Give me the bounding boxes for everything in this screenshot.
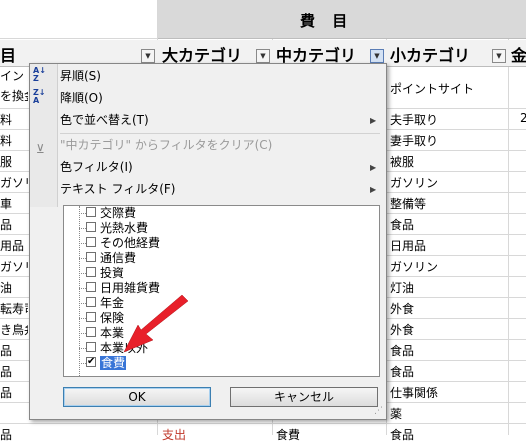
- cell-small-category[interactable]: 仕事関係: [390, 384, 438, 401]
- cell-col-a[interactable]: 料: [0, 132, 28, 149]
- menu-item-text-filter[interactable]: テキスト フィルタ(F): [60, 179, 175, 199]
- cell-col-a[interactable]: 品: [0, 363, 28, 380]
- checkbox[interactable]: [86, 252, 96, 262]
- cell-col-a[interactable]: 転寿司: [0, 300, 28, 317]
- cell-small-category[interactable]: 灯油: [390, 279, 414, 296]
- checkbox[interactable]: [86, 207, 96, 217]
- header-amount: 金: [511, 46, 526, 65]
- filter-list-item-label: 本業: [100, 326, 125, 340]
- sort-ascending-icon: A↓ Z: [33, 66, 46, 83]
- submenu-arrow-icon: ▶: [370, 116, 377, 125]
- cell-col-a[interactable]: ガソリ: [0, 258, 28, 275]
- cell-col-a[interactable]: き鳥弁: [0, 321, 28, 338]
- tree-tick: [79, 228, 86, 229]
- filter-value-list[interactable]: 交際費 光熱水費 その他経費 通信費 投資 日用雑貨費 年金 保険 本業 本業以…: [63, 205, 380, 377]
- cell-small-category[interactable]: 被服: [390, 153, 414, 170]
- filter-list-item-label: 保険: [100, 311, 125, 325]
- checkbox[interactable]: [86, 237, 96, 247]
- menu-separator: [60, 133, 380, 134]
- cell-amount[interactable]: 2: [520, 111, 526, 125]
- cell-col-a[interactable]: を換金: [0, 87, 28, 104]
- checkbox[interactable]: [86, 342, 96, 352]
- checkbox[interactable]: [86, 312, 96, 322]
- filter-list-item-label: 本業以外: [100, 341, 149, 355]
- menu-icon-gutter: [30, 64, 58, 207]
- tree-tick: [79, 348, 86, 349]
- tree-tick: [79, 288, 86, 289]
- clear-filter-icon: ⊻: [36, 142, 45, 156]
- tree-tick: [79, 213, 86, 214]
- filter-list-item-label: 光熱水費: [100, 221, 149, 235]
- grid-line: [0, 423, 526, 424]
- filter-dropdown-small-category[interactable]: ▼: [492, 49, 506, 63]
- cell-small-category[interactable]: ガソリン: [390, 258, 438, 275]
- filter-list-item-label: その他経費: [100, 236, 161, 250]
- cell-small-category[interactable]: 食品: [390, 342, 414, 359]
- cell-small-category[interactable]: 食品: [390, 216, 414, 233]
- cell-col-a[interactable]: 油: [0, 279, 28, 296]
- cell-small-category[interactable]: 外食: [390, 321, 414, 338]
- tree-tick: [79, 273, 86, 274]
- filter-list-item-label: 食費: [100, 356, 127, 370]
- cell-small-category[interactable]: ポイントサイト: [390, 80, 474, 97]
- cell-col-a[interactable]: 用品: [0, 237, 28, 254]
- filter-list-item-label: 日用雑貨費: [100, 281, 161, 295]
- filter-dropdown-col-a[interactable]: ▼: [141, 49, 155, 63]
- cell-small-category[interactable]: 日用品: [390, 237, 426, 254]
- filter-list-item-label: 投資: [100, 266, 125, 280]
- header-small-category: 小カテゴリ: [390, 46, 471, 65]
- cell-col-a[interactable]: イント: [0, 67, 28, 84]
- cell-small-category[interactable]: 薬: [390, 405, 402, 422]
- filter-list-item-label: 通信費: [100, 251, 137, 265]
- resize-grip-icon[interactable]: ⋰: [374, 406, 383, 416]
- tree-line: [79, 206, 80, 376]
- filter-list-item-label: 年金: [100, 296, 125, 310]
- cancel-button[interactable]: キャンセル: [230, 387, 378, 407]
- cell-small-category[interactable]: 食品: [390, 363, 414, 380]
- menu-item-sort-by-color[interactable]: 色で並べ替え(T): [60, 110, 149, 130]
- tree-tick: [79, 333, 86, 334]
- submenu-arrow-icon: ▶: [370, 163, 377, 172]
- cell-col-a[interactable]: ガソリ: [0, 174, 28, 191]
- checkbox[interactable]: [86, 267, 96, 277]
- submenu-arrow-icon: ▶: [370, 185, 377, 194]
- filter-list-item-label: 交際費: [100, 206, 137, 220]
- menu-item-sort-ascending[interactable]: 昇順(S): [60, 66, 101, 86]
- cell-col-a[interactable]: 品: [0, 216, 28, 233]
- tree-tick: [79, 363, 86, 364]
- checkbox[interactable]: [86, 282, 96, 292]
- checkbox[interactable]: [86, 297, 96, 307]
- tree-tick: [79, 318, 86, 319]
- cell-col-a[interactable]: 服: [0, 153, 28, 170]
- cell-small-category[interactable]: 整備等: [390, 195, 426, 212]
- cell-small-category[interactable]: 外食: [390, 300, 414, 317]
- checkbox-checked[interactable]: [86, 355, 96, 369]
- filter-dropdown-large-category[interactable]: ▼: [256, 49, 270, 63]
- tree-tick: [79, 243, 86, 244]
- menu-item-sort-descending[interactable]: 降順(O): [60, 88, 103, 108]
- ok-button[interactable]: OK: [63, 387, 211, 407]
- autofilter-menu: A↓ Z 昇順(S) Z↓ A 降順(O) 色で並べ替え(T) ▶ ⊻ "中カテゴリ…: [29, 63, 387, 420]
- sort-descending-icon: Z↓ A: [33, 88, 46, 105]
- cell-col-a[interactable]: 品: [0, 384, 28, 401]
- tree-tick: [79, 258, 86, 259]
- cell-col-a[interactable]: 品: [0, 342, 28, 359]
- title-band-text: 費 目: [300, 12, 354, 30]
- cell-col-a[interactable]: 車: [0, 195, 28, 212]
- tree-tick: [79, 303, 86, 304]
- cell-col-a[interactable]: 料: [0, 111, 28, 128]
- header-col-a: 目: [0, 46, 17, 65]
- checkbox[interactable]: [86, 327, 96, 337]
- menu-item-color-filter[interactable]: 色フィルタ(I): [60, 157, 133, 177]
- menu-item-clear-filter[interactable]: "中カテゴリ" からフィルタをクリア(C): [60, 135, 272, 155]
- cell-small-category[interactable]: 妻手取り: [390, 132, 438, 149]
- cell-small-category[interactable]: ガソリン: [390, 174, 438, 191]
- filter-dropdown-mid-category[interactable]: ▼: [370, 49, 384, 63]
- cell-small-category[interactable]: 夫手取り: [390, 111, 438, 128]
- checkbox[interactable]: [86, 222, 96, 232]
